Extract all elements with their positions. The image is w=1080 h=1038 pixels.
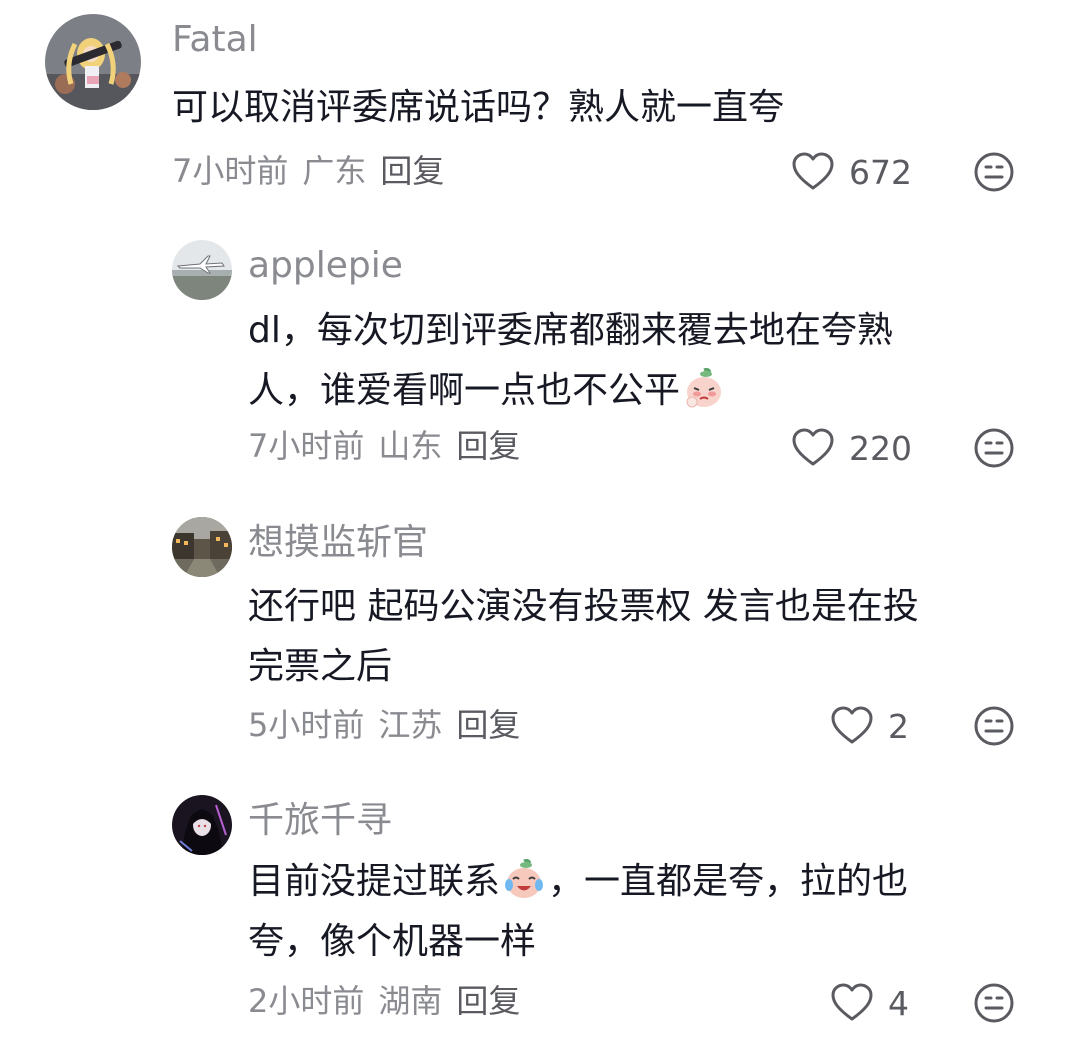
location: 湖南: [378, 982, 443, 1020]
reply-button[interactable]: 回复: [456, 427, 520, 465]
comment-item: Fatal 可以取消评委席说话吗？熟人就一直夸 7小时前 广东 回复 672: [0, 0, 1080, 200]
like-count: 4: [888, 983, 909, 1023]
laughing-tears-peach-emoji-icon: [505, 858, 544, 898]
neutral-face-icon: [974, 428, 1014, 468]
like-count: 2: [888, 706, 909, 746]
comment-meta: 2小时前 湖南 回复: [248, 985, 534, 1017]
comment-text-line: dl，每次切到评委席都翻来覆去地在夸熟: [248, 310, 893, 351]
anime-girl-avatar-icon: [45, 14, 141, 110]
like-button[interactable]: 220: [791, 426, 912, 470]
dark-haired-girl-avatar-icon: [172, 795, 232, 855]
reply-button[interactable]: 回复: [456, 706, 520, 744]
comment-text-line: 夸，像个机器一样: [248, 921, 537, 962]
reply-button[interactable]: 回复: [380, 152, 444, 190]
username[interactable]: Fatal: [172, 22, 258, 58]
heart-icon: [792, 428, 834, 466]
comment-text: 可以取消评委席说话吗？熟人就一直夸: [172, 87, 785, 128]
username[interactable]: 千旅千寻: [248, 803, 392, 839]
comment-meta: 7小时前 山东 回复: [248, 430, 534, 462]
comment-text-line: 还行吧 起码公演没有投票权 发言也是在投: [248, 586, 919, 627]
avatar[interactable]: [45, 14, 141, 110]
dislike-button[interactable]: [972, 150, 1016, 194]
comment-item: applepie dl，每次切到评委席都翻来覆去地在夸熟 人，谁爱看啊一点也不公…: [0, 230, 1080, 480]
heart-icon: [792, 152, 834, 190]
comment-text-line: 完票之后: [248, 646, 393, 687]
like-button[interactable]: 2: [830, 704, 909, 748]
comment-text-line: 人，谁爱看啊一点也不公平: [248, 361, 893, 421]
comment-text: 还行吧 起码公演没有投票权 发言也是在投 完票之后: [248, 577, 919, 697]
heart-icon: [831, 706, 873, 744]
timestamp: 5小时前: [248, 706, 365, 744]
comment-item: 想摸监斩官 还行吧 起码公演没有投票权 发言也是在投 完票之后 5小时前 江苏 回复…: [0, 505, 1080, 765]
location: 山东: [378, 427, 443, 465]
location: 江苏: [378, 706, 443, 744]
comment-text-line: 目前没提过联系 ，一直都是夸，拉的也: [248, 852, 908, 912]
comment-text: dl，每次切到评委席都翻来覆去地在夸熟 人，谁爱看啊一点也不公平: [248, 301, 893, 421]
timestamp: 2小时前: [248, 982, 365, 1020]
username[interactable]: applepie: [248, 248, 403, 284]
neutral-face-icon: [974, 983, 1014, 1023]
avatar[interactable]: [172, 240, 232, 300]
timestamp: 7小时前: [248, 427, 365, 465]
reply-button[interactable]: 回复: [456, 982, 520, 1020]
canal-town-avatar-icon: [172, 517, 232, 577]
location: 广东: [302, 152, 367, 190]
comment-meta: 7小时前 广东 回复: [172, 155, 458, 187]
crying-peach-emoji-icon: [686, 367, 722, 408]
comment-text: 目前没提过联系 ，一直都是夸，拉的也 夸，像个机器一样: [248, 852, 908, 972]
like-button[interactable]: 672: [791, 150, 912, 194]
like-button[interactable]: 4: [830, 981, 909, 1025]
avatar[interactable]: [172, 517, 232, 577]
airplane-landscape-avatar-icon: [172, 240, 232, 300]
neutral-face-icon: [974, 706, 1014, 746]
neutral-face-icon: [974, 152, 1014, 192]
dislike-button[interactable]: [972, 704, 1016, 748]
dislike-button[interactable]: [972, 426, 1016, 470]
like-count: 220: [849, 428, 912, 468]
heart-icon: [831, 983, 873, 1021]
comment-item: 千旅千寻 目前没提过联系 ，一直都是夸，拉的也 夸，像个机器一样 2小时前 湖南回…: [0, 785, 1080, 1038]
timestamp: 7小时前: [172, 152, 289, 190]
avatar[interactable]: [172, 795, 232, 855]
comment-meta: 5小时前 江苏 回复: [248, 709, 534, 741]
like-count: 672: [849, 152, 912, 192]
dislike-button[interactable]: [972, 981, 1016, 1025]
username[interactable]: 想摸监斩官: [248, 525, 428, 561]
